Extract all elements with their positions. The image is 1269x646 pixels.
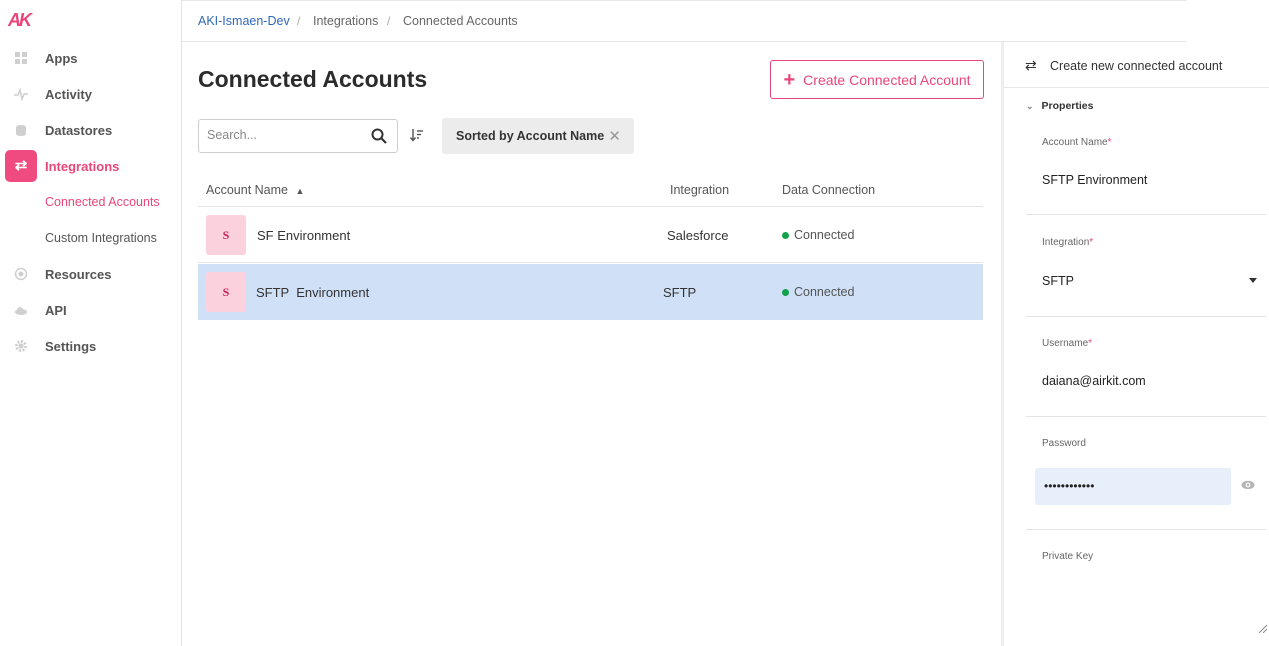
status-dot-icon — [782, 231, 789, 239]
swap-arrows-icon: ⇄ — [1025, 57, 1037, 73]
account-name-cell: SF Environment — [257, 228, 351, 243]
avatar: S — [206, 215, 246, 255]
sidebar-item-integrations[interactable]: ⇄ Integrations — [0, 149, 181, 183]
search-input[interactable] — [207, 128, 357, 142]
create-connected-account-button[interactable]: + Create Connected Account — [770, 60, 984, 99]
pulse-icon — [14, 87, 28, 102]
sidebar-item-label: Apps — [45, 50, 78, 66]
properties-section-toggle[interactable]: ⌄ Properties — [1026, 100, 1093, 112]
dropdown-arrow-icon[interactable] — [1249, 278, 1257, 283]
breadcrumb-separator: / — [297, 14, 301, 28]
column-header-integration[interactable]: Integration — [670, 183, 729, 197]
integration-label: Integration* — [1042, 237, 1094, 248]
divider — [1026, 214, 1266, 215]
panel-header: ⇄ Create new connected account — [1004, 42, 1269, 88]
breadcrumb: AKI-Ismaen-Dev / Integrations / Connecte… — [182, 0, 1186, 42]
sidebar-item-settings[interactable]: Settings — [0, 329, 181, 363]
gear-icon — [14, 339, 28, 353]
username-field[interactable]: daiana@airkit.com — [1042, 374, 1146, 388]
sidebar-item-label: Datastores — [45, 122, 113, 138]
status-badge: Connected — [782, 228, 854, 242]
create-button-label: Create Connected Account — [803, 71, 971, 88]
integration-cell: SFTP — [663, 285, 697, 300]
divider — [1026, 529, 1266, 530]
sort-ascending-icon: ▲ — [295, 186, 305, 196]
breadcrumb-current: Connected Accounts — [403, 14, 518, 28]
integration-cell: Salesforce — [667, 228, 729, 243]
status-badge: Connected — [782, 285, 854, 299]
page-title: Connected Accounts — [198, 66, 428, 92]
sidebar-item-label: Settings — [45, 338, 97, 354]
globe-icon — [14, 267, 28, 281]
divider — [1026, 416, 1266, 417]
cloud-icon — [14, 303, 28, 317]
avatar: S — [206, 272, 246, 312]
breadcrumb-separator: / — [387, 14, 391, 28]
sidebar-subitem-connected-accounts[interactable]: Connected Accounts — [45, 195, 160, 209]
column-header-account-name[interactable]: Account Name ▲ — [206, 183, 304, 197]
sidebar-item-activity[interactable]: Activity — [0, 77, 181, 111]
grid-icon — [14, 51, 28, 65]
account-name-label: Account Name* — [1042, 137, 1112, 148]
sidebar-item-label: API — [45, 302, 67, 318]
table-row[interactable]: S SF Environment Salesforce Connected — [198, 207, 983, 263]
table-header: Account Name ▲ Integration Data Connecti… — [198, 174, 983, 207]
search-box — [198, 119, 398, 153]
table-row[interactable]: S SFTP Environment SFTP Connected — [198, 264, 983, 320]
column-header-data-connection[interactable]: Data Connection — [782, 183, 875, 197]
swap-arrows-icon: ⇄ — [5, 150, 37, 182]
plus-icon: + — [783, 68, 796, 91]
sidebar: AK Apps Activity Datastores ⇄ Integratio… — [0, 0, 182, 646]
password-field[interactable]: •••••••••••• — [1035, 468, 1231, 505]
username-label: Username* — [1042, 338, 1093, 349]
close-icon[interactable]: ✕ — [608, 127, 621, 145]
password-value: •••••••••••• — [1044, 479, 1095, 493]
sort-chip-label: Sorted by Account Name — [456, 129, 605, 143]
database-icon — [14, 123, 28, 137]
eye-icon[interactable] — [1241, 480, 1255, 490]
sidebar-item-label: Resources — [45, 266, 112, 282]
integration-select[interactable]: SFTP — [1042, 274, 1074, 288]
app-logo: AK — [8, 10, 32, 30]
password-label: Password — [1042, 438, 1086, 449]
search-icon[interactable] — [371, 128, 387, 144]
create-account-panel: ⇄ Create new connected account ⌄ Properti… — [1001, 42, 1269, 646]
sidebar-item-resources[interactable]: Resources — [0, 257, 181, 291]
breadcrumb-integrations[interactable]: Integrations — [313, 14, 378, 28]
sidebar-item-api[interactable]: API — [0, 293, 181, 327]
breadcrumb-workspace[interactable]: AKI-Ismaen-Dev — [198, 14, 290, 28]
sidebar-item-datastores[interactable]: Datastores — [0, 113, 181, 147]
chevron-down-icon: ⌄ — [1026, 101, 1034, 111]
sort-chip: Sorted by Account Name ✕ — [442, 118, 634, 154]
sidebar-item-label: Activity — [45, 86, 92, 102]
account-name-cell: SFTP Environment — [256, 285, 370, 300]
resize-handle-icon[interactable] — [1258, 624, 1267, 633]
divider — [1026, 316, 1266, 317]
panel-title: Create new connected account — [1050, 59, 1223, 73]
sidebar-item-label: Integrations — [45, 158, 120, 174]
sidebar-item-apps[interactable]: Apps — [0, 41, 181, 75]
sidebar-subitem-custom-integrations[interactable]: Custom Integrations — [45, 231, 157, 245]
private-key-label: Private Key — [1042, 551, 1094, 562]
status-dot-icon — [782, 288, 789, 296]
sort-icon[interactable] — [409, 127, 425, 143]
account-name-field[interactable]: SFTP Environment — [1042, 173, 1147, 187]
